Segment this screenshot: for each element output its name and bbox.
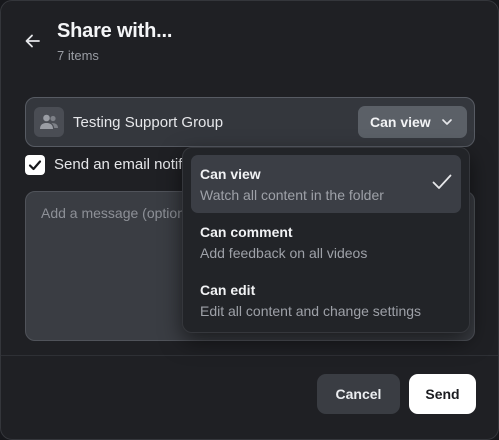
recipient-row: Testing Support Group Can view [25,97,475,147]
option-description: Edit all content and change settings [200,303,422,319]
chevron-down-icon [442,119,452,125]
check-icon [28,160,42,171]
permission-option-can-edit[interactable]: Can edit Edit all content and change set… [191,271,461,329]
back-button[interactable] [23,31,43,51]
email-notification-checkbox[interactable] [25,155,45,175]
permission-select[interactable]: Can view [358,106,467,138]
option-title: Can edit [200,282,256,298]
item-count: 7 items [57,48,99,63]
permission-option-can-view[interactable]: Can view Watch all content in the folder [191,155,461,213]
footer-divider [1,355,498,356]
message-placeholder: Add a message (optional) [41,205,201,221]
option-description: Add feedback on all videos [200,245,368,261]
users-icon [40,114,58,129]
option-title: Can view [200,166,261,182]
option-title: Can comment [200,224,293,240]
option-description: Watch all content in the folder [200,187,384,203]
cancel-button[interactable]: Cancel [317,374,400,414]
email-notification-row: Send an email notification [25,154,185,176]
group-avatar [34,107,64,137]
share-dialog: Share with... 7 items Testing Support Gr… [0,0,499,440]
dialog-title: Share with... [57,20,173,42]
permission-dropdown: Can view Watch all content in the folder… [182,147,470,333]
permission-option-can-comment[interactable]: Can comment Add feedback on all videos [191,213,461,271]
recipient-name: Testing Support Group [73,114,224,131]
send-button[interactable]: Send [409,374,476,414]
check-icon [432,174,452,189]
permission-select-label: Can view [370,114,431,130]
arrow-left-icon [25,34,40,48]
email-notification-label: Send an email notification [54,156,185,173]
